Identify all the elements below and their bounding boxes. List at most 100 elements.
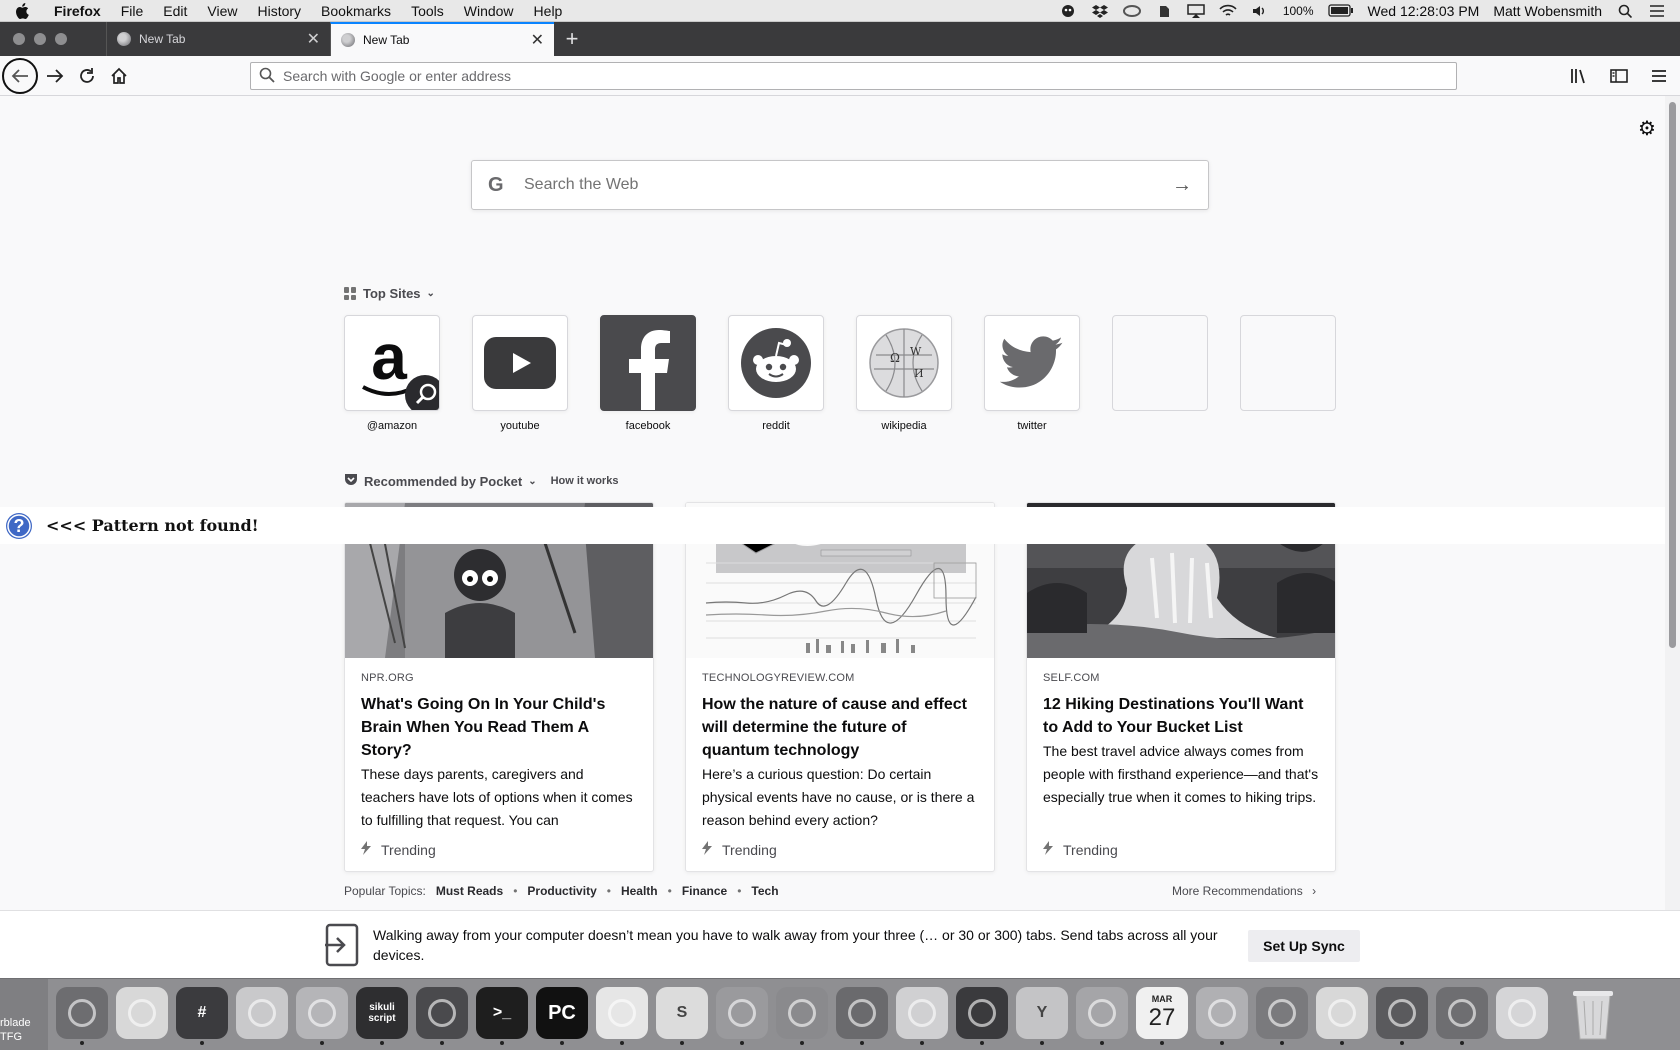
dock-running-indicator: [980, 1041, 984, 1045]
tab-new-tab-1[interactable]: New Tab ✕: [106, 22, 330, 56]
cisco-icon[interactable]: [896, 987, 948, 1045]
firefox-icon[interactable]: [836, 987, 888, 1045]
wifi-icon[interactable]: [1219, 4, 1237, 18]
settings-gear-icon[interactable]: ⚙: [1638, 116, 1656, 141]
top-site-youtube[interactable]: youtube: [472, 315, 568, 434]
close-tab-icon[interactable]: ✕: [307, 29, 320, 49]
menu-file[interactable]: File: [111, 3, 154, 19]
top-site-reddit[interactable]: reddit: [728, 315, 824, 434]
web-search-box[interactable]: G Search the Web →: [471, 160, 1209, 210]
topic-productivity[interactable]: Productivity: [527, 884, 596, 898]
menu-bookmarks[interactable]: Bookmarks: [311, 3, 401, 19]
topic-must-reads[interactable]: Must Reads: [436, 884, 503, 898]
document-icon[interactable]: [1496, 987, 1548, 1039]
system-prefs-icon[interactable]: [1376, 987, 1428, 1045]
address-bar[interactable]: Search with Google or enter address: [250, 62, 1457, 90]
pocket-card-npr[interactable]: NPR.ORG What's Going On In Your Child's …: [344, 502, 654, 872]
library-icon[interactable]: [1564, 61, 1594, 91]
dock-edge-window-thumbnail[interactable]: rblade TFG: [0, 979, 48, 1050]
set-up-sync-button[interactable]: Set Up Sync: [1248, 930, 1360, 962]
home-button[interactable]: [104, 61, 134, 91]
tab-strip: New Tab ✕ New Tab ✕ +: [0, 22, 1680, 56]
tab-new-tab-2[interactable]: New Tab ✕: [330, 22, 554, 56]
close-window-button[interactable]: [13, 33, 25, 45]
network-icon[interactable]: [1256, 987, 1308, 1045]
cyberduck-icon[interactable]: [716, 987, 768, 1045]
back-button[interactable]: [2, 57, 38, 94]
sublime-icon[interactable]: [416, 987, 468, 1045]
dock-running-indicator: [860, 1041, 864, 1045]
airplay-icon[interactable]: [1187, 3, 1205, 18]
yoink-icon[interactable]: Y: [1016, 987, 1068, 1045]
dock-running-indicator: [1220, 1041, 1224, 1045]
sikuli-icon[interactable]: sikuli script: [356, 987, 408, 1045]
zoom-window-button[interactable]: [55, 33, 67, 45]
how-it-works-link[interactable]: How it works: [551, 475, 619, 487]
more-recommendations-link[interactable]: More Recommendations ›: [1172, 884, 1316, 898]
finder-icon[interactable]: [56, 987, 108, 1045]
menu-help[interactable]: Help: [524, 3, 573, 19]
notification-center-icon[interactable]: [1648, 4, 1666, 18]
pocket-card-technologyreview[interactable]: TECHNOLOGYREVIEW.COM How the nature of c…: [685, 502, 995, 872]
evernote-icon[interactable]: [596, 987, 648, 1045]
pycharm-icon[interactable]: PC: [536, 987, 588, 1045]
top-site-empty[interactable]: [1112, 315, 1208, 434]
hamburger-menu-icon[interactable]: [1644, 61, 1674, 91]
story-headline[interactable]: What's Going On In Your Child's Brain Wh…: [361, 693, 637, 762]
volume-icon[interactable]: [1251, 4, 1269, 18]
menu-edit[interactable]: Edit: [153, 3, 197, 19]
topic-finance[interactable]: Finance: [682, 884, 727, 898]
skype-icon[interactable]: S: [656, 987, 708, 1045]
new-tab-button[interactable]: +: [554, 22, 590, 56]
whatsapp-icon[interactable]: [1316, 987, 1368, 1045]
pocket-header[interactable]: Recommended by Pocket ⌄ How it works: [344, 473, 618, 489]
top-site-empty[interactable]: [1240, 315, 1336, 434]
topic-tech[interactable]: Tech: [751, 884, 778, 898]
sidebar-toggle-icon[interactable]: [1604, 61, 1634, 91]
top-site-twitter[interactable]: twitter: [984, 315, 1080, 434]
pocket-card-self[interactable]: SELF.COM 12 Hiking Destinations You'll W…: [1026, 502, 1336, 872]
top-sites-header[interactable]: Top Sites ⌄: [344, 286, 435, 301]
lightning-icon: [1043, 841, 1053, 858]
minimize-window-button[interactable]: [34, 33, 46, 45]
search-submit-arrow-icon[interactable]: →: [1172, 174, 1192, 197]
scrollbar-thumb[interactable]: [1669, 102, 1676, 648]
menu-view[interactable]: View: [197, 3, 247, 19]
story-headline[interactable]: How the nature of cause and effect will …: [702, 693, 978, 762]
migration-icon[interactable]: [776, 987, 828, 1045]
tab-title: New Tab: [363, 33, 410, 47]
creative-cloud-icon[interactable]: [1122, 4, 1141, 18]
trash-icon[interactable]: [1570, 987, 1616, 1046]
forward-button[interactable]: [40, 61, 70, 91]
menu-app-name[interactable]: Firefox: [44, 3, 111, 19]
textedit-icon[interactable]: [116, 987, 168, 1039]
vertical-scrollbar[interactable]: [1665, 96, 1680, 910]
evernote-status-icon[interactable]: [1155, 4, 1173, 18]
user-name[interactable]: Matt Wobensmith: [1493, 3, 1602, 19]
story-headline[interactable]: 12 Hiking Destinations You'll Want to Ad…: [1043, 693, 1319, 739]
spreadsheet-icon[interactable]: [1076, 987, 1128, 1045]
dropbox-icon[interactable]: [1091, 4, 1109, 18]
top-site-facebook[interactable]: facebook: [600, 315, 696, 434]
calendar-icon[interactable]: MAR 27: [1136, 987, 1188, 1045]
battery-icon[interactable]: [1327, 4, 1354, 18]
firefox-dev-icon[interactable]: [956, 987, 1008, 1045]
spotlight-search-icon[interactable]: [1616, 4, 1634, 18]
terminal-icon[interactable]: >_: [476, 987, 528, 1045]
script-editor-icon[interactable]: [236, 987, 288, 1039]
reload-button[interactable]: [72, 61, 102, 91]
chrome-icon[interactable]: [1196, 987, 1248, 1045]
alien-status-icon[interactable]: [1059, 4, 1077, 18]
clock[interactable]: Wed 12:28:03 PM: [1368, 3, 1480, 19]
slack-icon[interactable]: #: [176, 987, 228, 1045]
firefox-nightly-icon[interactable]: [1436, 987, 1488, 1045]
menu-window[interactable]: Window: [454, 3, 524, 19]
apple-menu-icon[interactable]: [0, 2, 44, 19]
topic-health[interactable]: Health: [621, 884, 658, 898]
menu-history[interactable]: History: [247, 3, 311, 19]
top-site-wikipedia[interactable]: ΩWИ wikipedia: [856, 315, 952, 434]
close-tab-icon[interactable]: ✕: [531, 30, 544, 50]
menu-tools[interactable]: Tools: [401, 3, 454, 19]
safari-icon[interactable]: [296, 987, 348, 1045]
top-site-amazon[interactable]: a @amazon: [344, 315, 440, 434]
